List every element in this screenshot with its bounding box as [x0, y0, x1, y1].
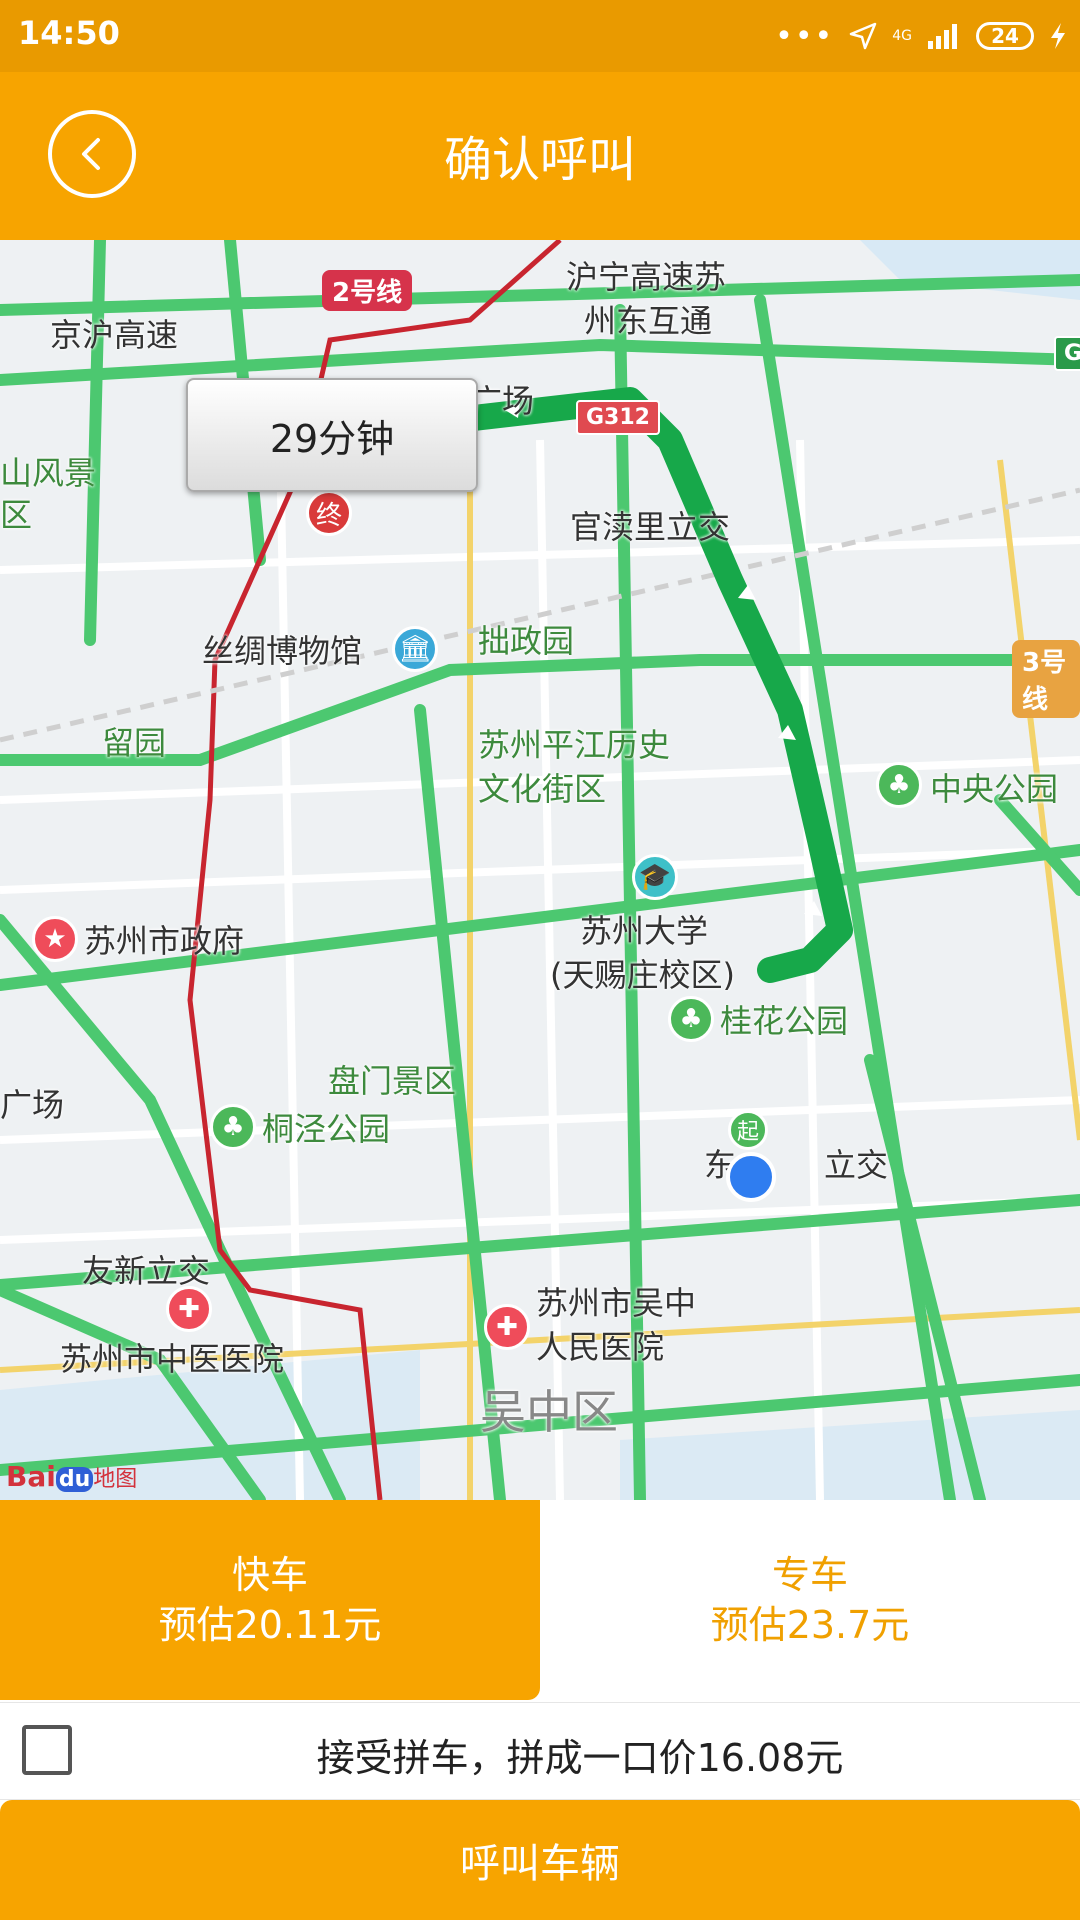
- battery-icon: 24: [976, 22, 1034, 50]
- start-marker-text: 起: [736, 1120, 759, 1145]
- label-city-gov: 苏州市政府: [84, 922, 245, 960]
- header: 确认呼叫: [0, 72, 1080, 240]
- label-suda-2: (天赐庄校区): [550, 956, 735, 994]
- eta-bubble: 29分钟: [186, 378, 478, 492]
- label-wuzhong-hosp-2: 人民医院: [536, 1328, 665, 1366]
- park-icon: ♣: [668, 996, 714, 1042]
- label-zhuozheng: 拙政园: [478, 622, 575, 660]
- page-title: 确认呼叫: [443, 132, 636, 188]
- park-icon: ♣: [210, 1104, 256, 1150]
- more-dots-icon: •••: [775, 18, 835, 54]
- road-g-badge: G: [1054, 336, 1080, 371]
- location-arrow-icon: [849, 22, 877, 50]
- label-jinghu: 京沪高速: [50, 316, 179, 354]
- fare-option-price: 预估23.7元: [710, 1603, 910, 1647]
- label-shanfengjing: 山风景: [0, 454, 97, 492]
- network-type: 4G: [892, 28, 912, 44]
- call-vehicle-button[interactable]: 呼叫车辆: [0, 1800, 1080, 1920]
- hospital-icon: ✚: [166, 1286, 212, 1332]
- hospital-icon: ✚: [484, 1304, 530, 1350]
- label-suda-1: 苏州大学: [580, 912, 709, 950]
- metro-line-2-badge: 2号线: [322, 270, 413, 311]
- fare-option-name: 快车: [231, 1553, 308, 1597]
- metro-line-3-badge: 3号线: [1012, 640, 1080, 718]
- status-time: 14:50: [18, 14, 120, 52]
- label-central-park: 中央公园: [930, 770, 1059, 808]
- fare-option-name: 专车: [771, 1553, 848, 1597]
- fare-option-express[interactable]: 快车 预估20.11元: [0, 1500, 540, 1700]
- label-pingjiang-2: 文化街区: [478, 770, 607, 808]
- park-icon: ♣: [876, 762, 922, 808]
- label-guangchang-top: 广场: [470, 382, 535, 420]
- fare-option-price: 预估20.11元: [158, 1603, 382, 1647]
- museum-icon: 🏛: [392, 626, 438, 672]
- school-icon: 🎓: [632, 854, 678, 900]
- start-marker-icon[interactable]: 起: [728, 1110, 768, 1150]
- label-zhoudong: 州东互通: [584, 302, 713, 340]
- label-wuzhong-hosp-1: 苏州市吴中: [536, 1284, 697, 1322]
- carpool-text: 接受拼车，拼成一口价16.08元: [316, 1736, 844, 1780]
- eta-text: 29分钟: [269, 416, 395, 461]
- label-qu-left: 区: [0, 496, 33, 534]
- battery-level: 24: [991, 24, 1019, 48]
- label-guihua: 桂花公园: [720, 1002, 849, 1040]
- signal-icon: [928, 24, 957, 49]
- fare-options: 快车 预估20.11元 专车 预估23.7元: [0, 1500, 1080, 1700]
- label-guangchang-left: 广场: [0, 1086, 65, 1124]
- label-silk-museum: 丝绸博物馆: [202, 632, 363, 670]
- route-map[interactable]: 2号线 3号线 G312 G 京沪高速 沪宁高速苏 州东互通 广场 山风景 区 …: [0, 240, 1080, 1500]
- status-icons: ••• 4G 24: [775, 12, 1068, 60]
- label-dongfang-b: 立交: [824, 1146, 889, 1184]
- end-marker-icon[interactable]: 终: [306, 490, 352, 536]
- charging-icon: [1051, 23, 1065, 49]
- label-panmen: 盘门景区: [328, 1062, 457, 1100]
- current-location-icon: [726, 1152, 776, 1202]
- label-guanduli: 官渎里立交: [570, 508, 731, 546]
- fare-option-premium[interactable]: 专车 预估23.7元: [540, 1500, 1080, 1700]
- status-bar: 14:50 ••• 4G 24: [0, 0, 1080, 72]
- label-liuyuan: 留园: [102, 724, 167, 762]
- carpool-row: 接受拼车，拼成一口价16.08元: [0, 1702, 1080, 1800]
- label-huning: 沪宁高速苏: [566, 258, 727, 296]
- label-pingjiang-1: 苏州平江历史: [478, 726, 671, 764]
- government-star-icon: ★: [32, 916, 78, 962]
- label-tongjing: 桐泾公园: [262, 1110, 391, 1148]
- label-wuzhong: 吴中区: [480, 1385, 618, 1439]
- end-marker-text: 终: [315, 500, 342, 531]
- label-tcm-hosp: 苏州市中医医院: [60, 1340, 285, 1378]
- road-g312-badge: G312: [576, 400, 660, 435]
- baidu-map-logo: Bai du 地图: [6, 1460, 138, 1493]
